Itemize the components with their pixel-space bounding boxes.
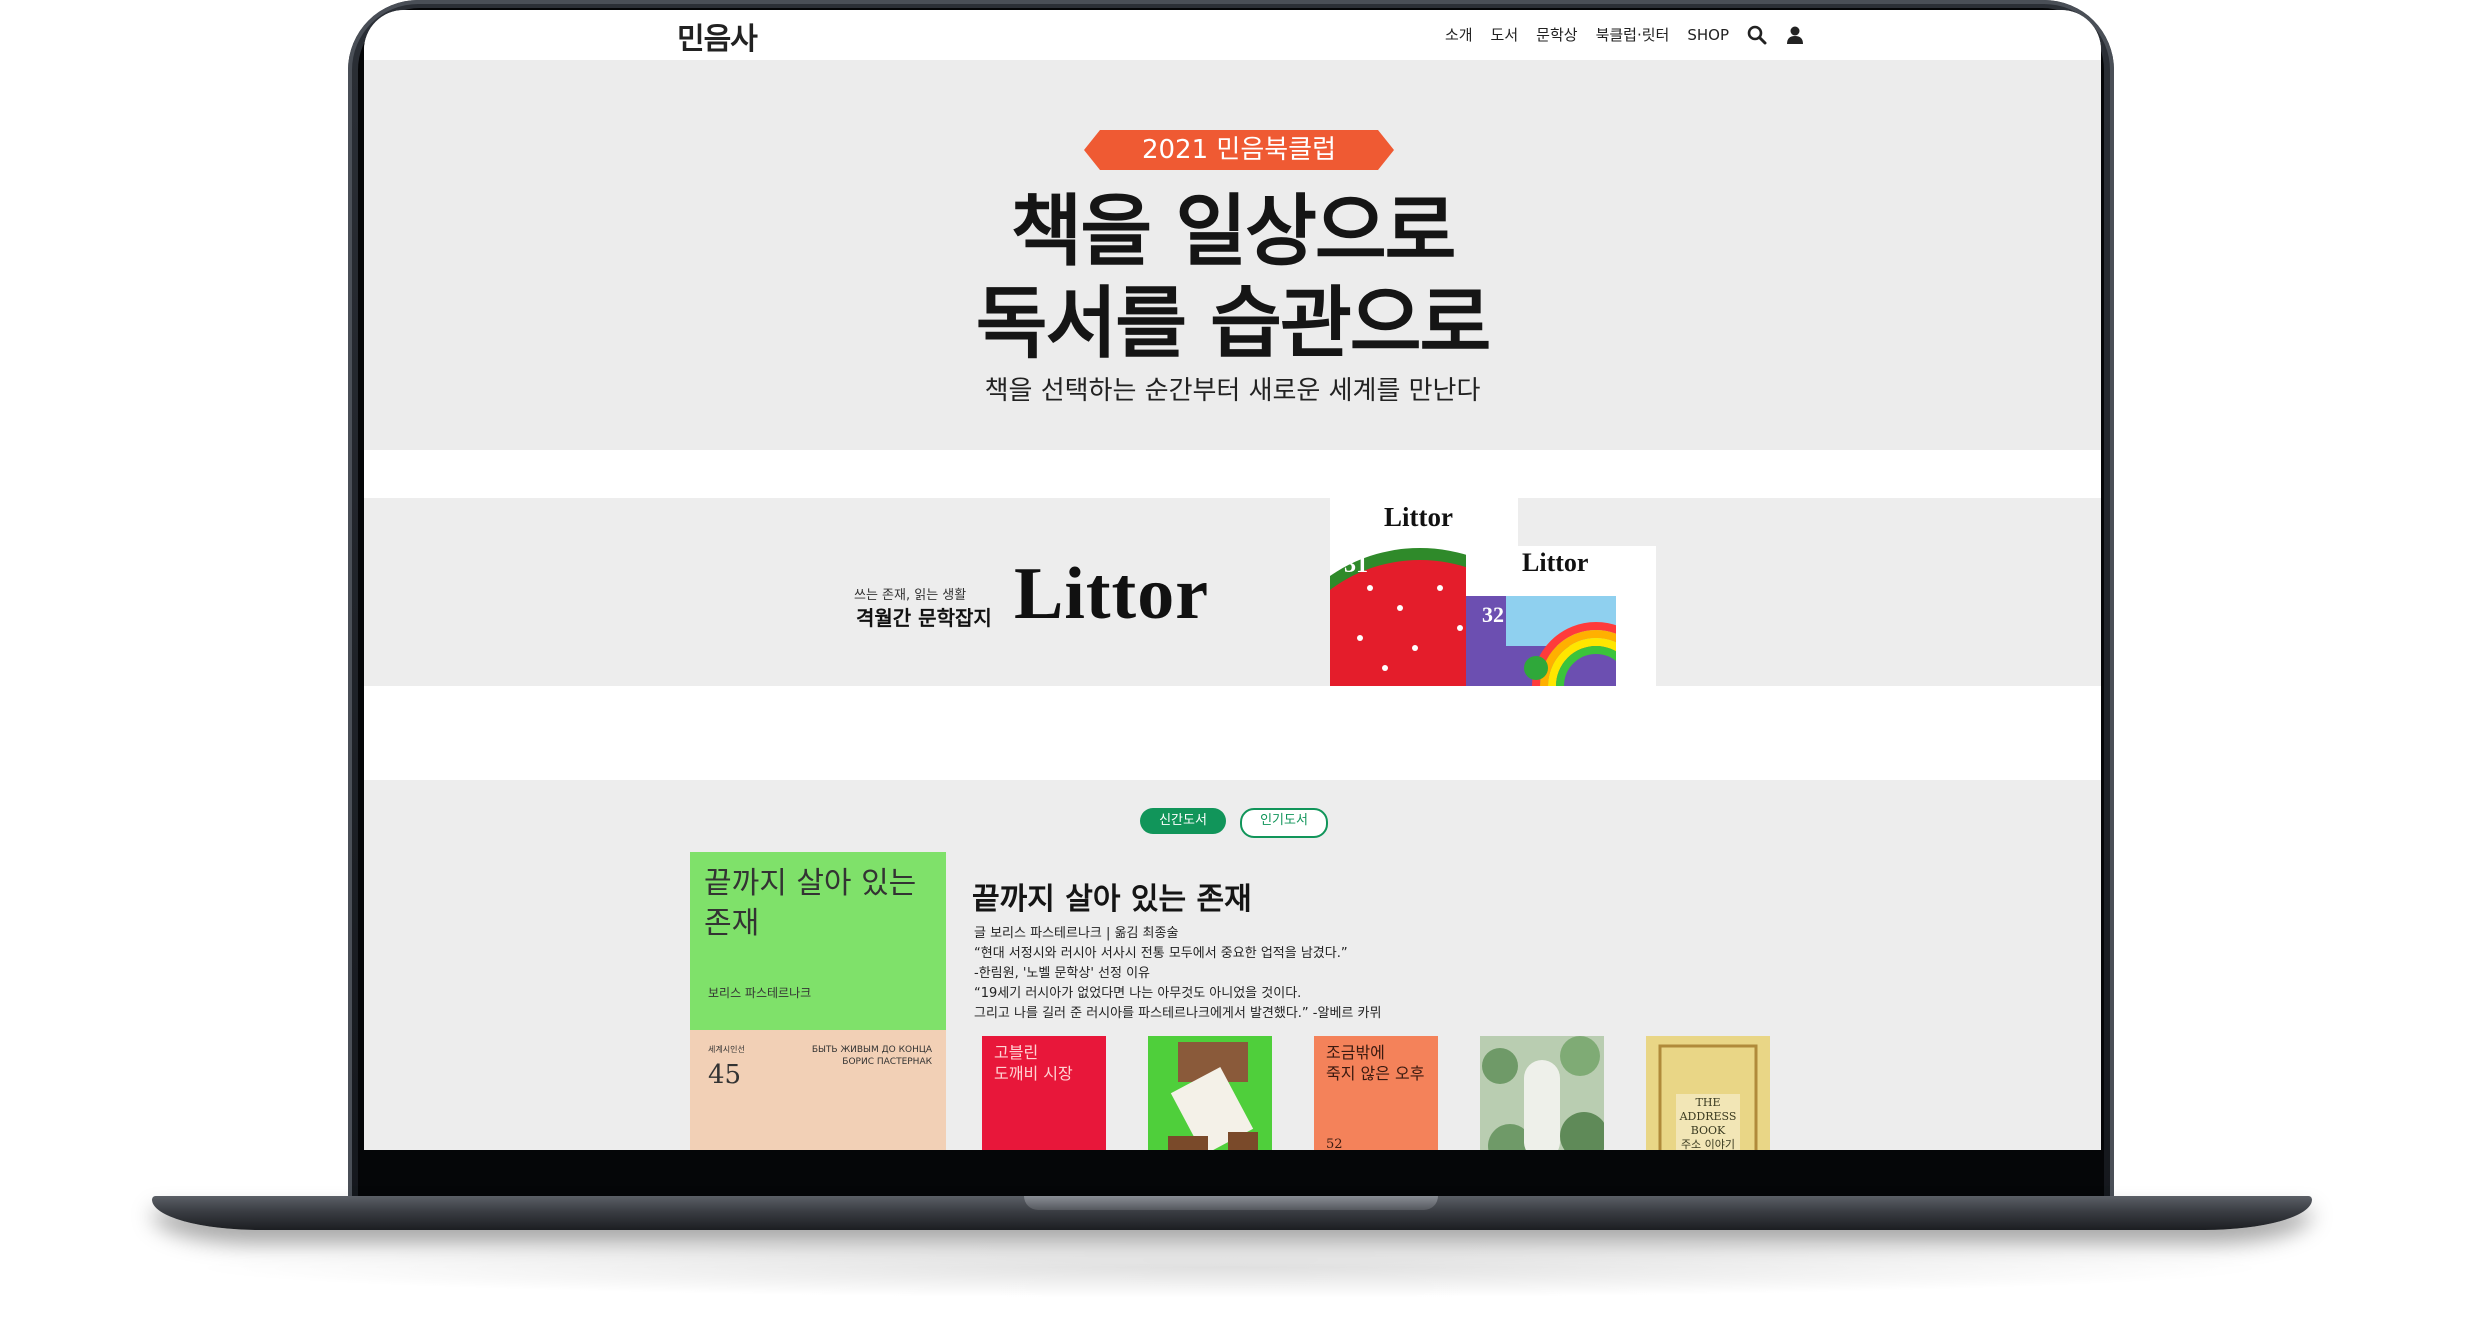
- laptop-screen: 민음사 소개 도서 문학상 북클럽·릿터 SHOP 2021 민음북클럽 책을 …: [364, 10, 2101, 1150]
- section-gap: [364, 450, 2101, 498]
- book-thumbnail[interactable]: [1480, 1036, 1604, 1150]
- featured-book-quote: 그리고 나를 길러 준 러시아를 파스테르나크에게서 발견했다.” -알베르 카…: [974, 1006, 1382, 1021]
- thumbnail-title: 고블린 도깨비 시장: [994, 1043, 1073, 1083]
- cover-top: 끝까지 살아 있는 존재 보리스 파스테르나크: [690, 852, 946, 1030]
- top-nav: 민음사 소개 도서 문학상 북클럽·릿터 SHOP: [364, 10, 2101, 60]
- new-books-section: 신간도서 인기도서 끝까지 살아 있는 존재 보리스 파스테르나크 세계시인선 …: [364, 780, 2101, 1150]
- hero-title-line2: 독서를 습관으로: [975, 279, 1491, 369]
- menu-item-books[interactable]: 도서: [1491, 24, 1519, 45]
- book-thumbnail[interactable]: 조금밖에 죽지 않은 오후 52: [1314, 1036, 1438, 1150]
- littor-issue-number: 32: [1482, 602, 1504, 627]
- cover-russian-title: БЫТЬ ЖИВЫМ ДО КОНЦА БОРИС ПАСТЕРНАК: [811, 1045, 932, 1067]
- search-icon[interactable]: [1747, 25, 1767, 45]
- tab-popular-books[interactable]: 인기도서: [1240, 808, 1328, 838]
- featured-book-title[interactable]: 끝까지 살아 있는 존재: [972, 874, 1252, 918]
- cover-title: 끝까지 살아 있는 존재: [704, 866, 917, 941]
- main-menu: 소개 도서 문학상 북클럽·릿터 SHOP: [1427, 24, 1805, 45]
- littor-issue-32[interactable]: Littor 32: [1466, 546, 1656, 686]
- menu-item-bookclub[interactable]: 북클럽·릿터: [1596, 24, 1670, 45]
- littor-tagline: 쓰는 존재, 읽는 생활: [854, 588, 967, 603]
- site-logo[interactable]: 민음사: [677, 14, 758, 58]
- menu-item-about[interactable]: 소개: [1445, 24, 1473, 45]
- section-gap: [364, 686, 2101, 780]
- thumbnail-number: 50: [994, 1146, 1011, 1150]
- user-icon[interactable]: [1785, 25, 1805, 45]
- cover-art: [1480, 1036, 1604, 1150]
- cover-art: [1168, 1042, 1258, 1150]
- featured-book-quote: -한림원, '노벨 문학상' 선정 이유: [974, 966, 1151, 981]
- thumbnail-title: THE ADDRESS BOOK 주소 이야기: [1679, 1096, 1737, 1150]
- laptop-notch: [1024, 1196, 1438, 1210]
- featured-book-cover[interactable]: 끝까지 살아 있는 존재 보리스 파스테르나크 세계시인선 45 БЫТЬ ЖИ…: [690, 852, 946, 1150]
- littor-label: 격월간 문학잡지: [856, 606, 992, 630]
- menu-item-shop[interactable]: SHOP: [1687, 26, 1729, 44]
- hero-title-line1: 책을 일상으로: [1010, 187, 1457, 277]
- thumbnail-title: 조금밖에 죽지 않은 오후: [1326, 1043, 1425, 1083]
- book-thumbnail[interactable]: 고블린 도깨비 시장 50: [982, 1036, 1106, 1150]
- littor-issue-title: Littor: [1522, 548, 1589, 577]
- littor-wordmark: Littor: [1014, 553, 1210, 635]
- cover-number: 45: [708, 1060, 742, 1090]
- laptop-shadow: [180, 1238, 2280, 1298]
- bookclub-badge: 2021 민음북클럽: [1084, 130, 1394, 170]
- featured-book-credits: 글 보리스 파스테르나크 | 옮김 최종술: [974, 926, 1179, 941]
- menu-item-awards[interactable]: 문학상: [1536, 24, 1577, 45]
- book-thumbnail[interactable]: THE ADDRESS BOOK 주소 이야기: [1646, 1036, 1770, 1150]
- littor-issue-number: 31: [1344, 552, 1368, 578]
- featured-book-quote: “19세기 러시아가 없었다면 나는 아무것도 아니었을 것이다.: [974, 986, 1302, 1001]
- cover-author: 보리스 파스테르나크: [708, 986, 812, 1000]
- book-thumbnail[interactable]: [1148, 1036, 1272, 1150]
- littor-banner[interactable]: 쓰는 존재, 읽는 생활 격월간 문학잡지 Littor Littor 31 L…: [364, 498, 2101, 686]
- cover-series: 세계시인선: [708, 1045, 745, 1054]
- hero-banner[interactable]: 2021 민음북클럽 책을 일상으로 독서를 습관으로 책을 선택하는 순간부터…: [364, 60, 2101, 450]
- featured-book-quote: “현대 서정시와 러시아 서사시 전통 모두에서 중요한 업적을 남겼다.”: [974, 946, 1348, 961]
- hero-subtitle: 책을 선택하는 순간부터 새로운 세계를 만난다: [984, 376, 1481, 406]
- cover-bottom: 세계시인선 45 БЫТЬ ЖИВЫМ ДО КОНЦА БОРИС ПАСТЕ…: [690, 1030, 946, 1150]
- thumbnail-number: 52: [1326, 1137, 1343, 1150]
- tab-new-books[interactable]: 신간도서: [1140, 808, 1226, 834]
